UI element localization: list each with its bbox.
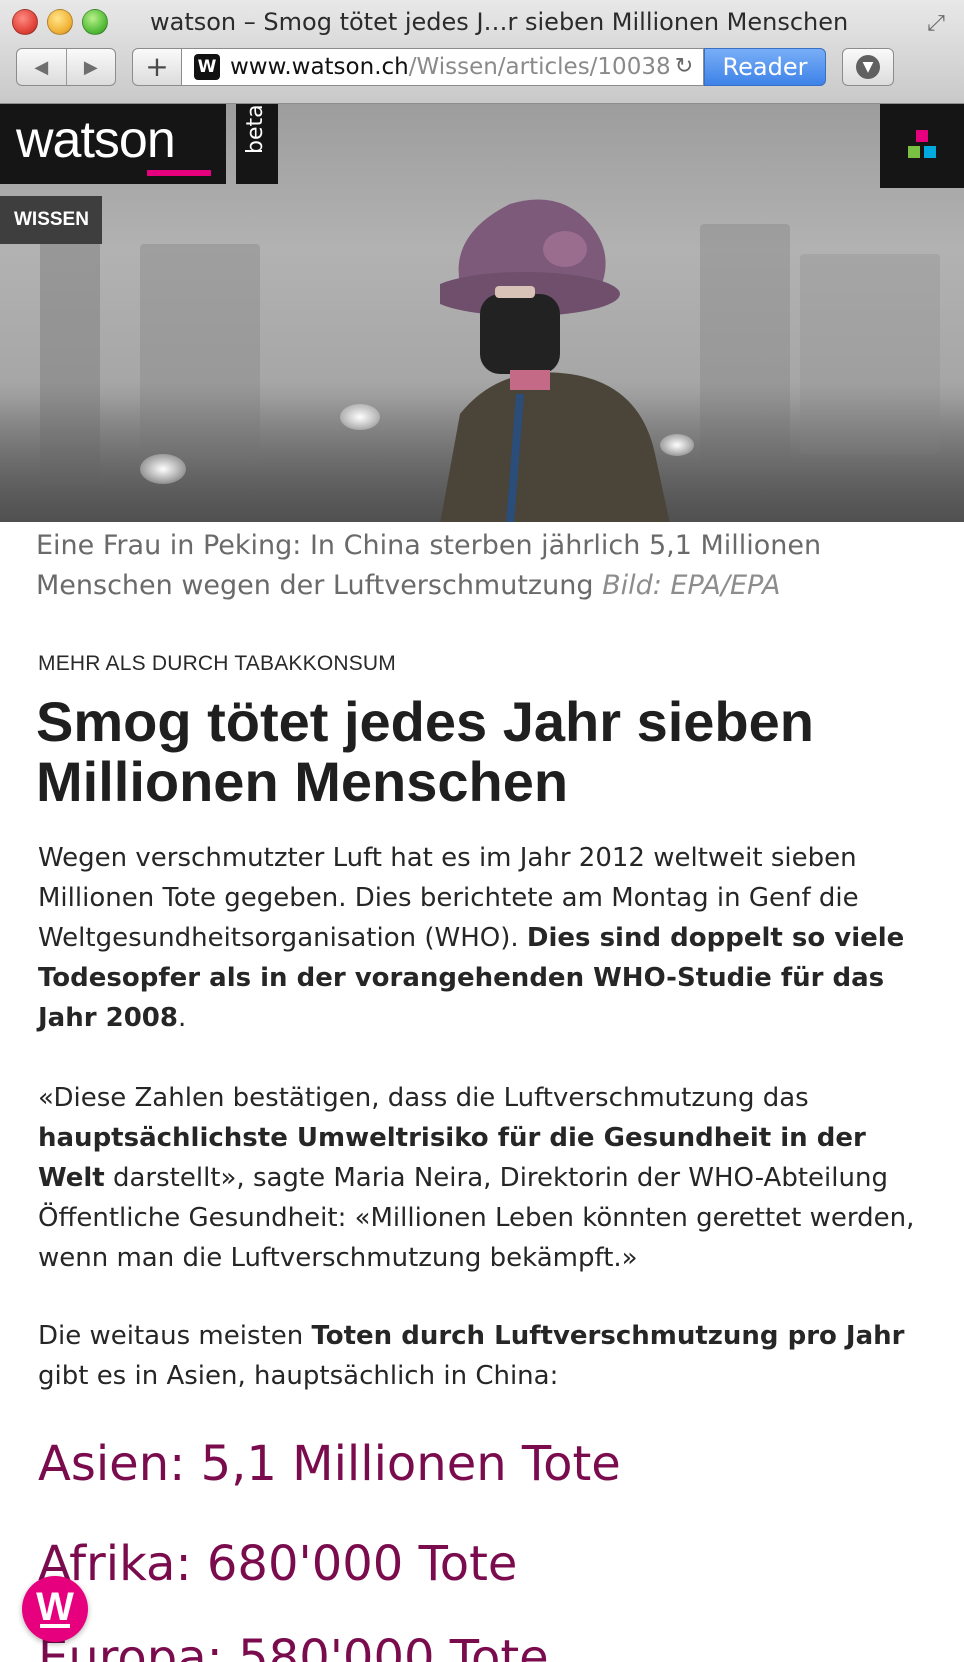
paragraph-bold-text: Toten durch Luftverschmutzung pro Jahr	[311, 1321, 905, 1351]
logo-underline	[147, 170, 211, 176]
downloads-button[interactable]: ▼	[842, 48, 894, 86]
url-path: /Wissen/articles/10038	[408, 54, 671, 80]
stat-asia: Asien: 5,1 Millionen Tote	[38, 1436, 621, 1492]
paragraph-text: .	[177, 1003, 187, 1033]
stat-europe: Europa: 580'000 Tote	[38, 1630, 549, 1662]
stat-africa: Afrika: 680'000 Tote	[38, 1536, 518, 1592]
menu-square-icon	[916, 130, 928, 142]
zoom-window-button[interactable]	[82, 9, 108, 35]
paragraph-text: gibt es in Asien, hauptsächlich in China…	[38, 1361, 559, 1391]
woman-with-mask	[440, 199, 670, 522]
beta-label: beta	[243, 104, 268, 154]
menu-button[interactable]	[880, 104, 964, 188]
paragraph-text: darstellt», sagte Maria Neira, Direktori…	[38, 1163, 915, 1273]
window-controls	[12, 9, 108, 35]
car-headlight	[140, 454, 186, 484]
floating-watson-button[interactable]: W	[22, 1576, 88, 1642]
image-caption: Eine Frau in Peking: In China sterben jä…	[36, 526, 916, 606]
browser-toolbar: watson – Smog tötet jedes J…r sieben Mil…	[0, 0, 964, 104]
window-title: watson – Smog tötet jedes J…r sieben Mil…	[150, 8, 849, 36]
back-icon: ◀	[34, 56, 49, 78]
hero-image: watson beta WISSEN	[0, 104, 964, 522]
paragraph-1: Wegen verschmutzter Luft hat es im Jahr …	[38, 838, 918, 1038]
floating-logo-underline	[40, 1624, 70, 1628]
forward-icon: ▶	[83, 56, 98, 78]
paragraph-3: Die weitaus meisten Toten durch Luftvers…	[38, 1316, 918, 1396]
reader-button[interactable]: Reader	[704, 48, 826, 86]
paragraph-text: «Diese Zahlen bestätigen, dass die Luftv…	[38, 1083, 809, 1113]
section-tag-wissen[interactable]: WISSEN	[0, 196, 102, 244]
article-kicker: MEHR ALS DURCH TABAKKONSUM	[38, 652, 396, 675]
add-tab-icon[interactable]: +	[132, 48, 182, 86]
navigation-buttons: ◀ ▶	[16, 48, 116, 86]
forward-button[interactable]: ▶	[65, 49, 116, 85]
menu-square-icon	[908, 146, 920, 158]
paragraph-2: «Diese Zahlen bestätigen, dass die Luftv…	[38, 1078, 918, 1278]
menu-square-icon	[924, 146, 936, 158]
watson-logo[interactable]: watson	[0, 104, 226, 184]
logo-text: watson	[16, 111, 176, 169]
address-bar[interactable]: W www.watson.ch/Wissen/articles/10038 ↻	[182, 48, 704, 86]
paragraph-text: Die weitaus meisten	[38, 1321, 312, 1351]
url-host: www.watson.ch	[230, 54, 409, 80]
beta-badge: beta	[236, 104, 278, 184]
fullscreen-icon[interactable]: ⤢	[922, 10, 950, 38]
back-button[interactable]: ◀	[17, 49, 66, 85]
download-icon: ▼	[856, 55, 880, 79]
site-favicon: W	[194, 54, 220, 80]
car-headlight	[340, 404, 380, 430]
minimize-window-button[interactable]	[47, 9, 73, 35]
close-window-button[interactable]	[12, 9, 38, 35]
reload-icon[interactable]: ↻	[671, 53, 697, 81]
image-credit: Bild: EPA/EPA	[602, 570, 781, 601]
floating-logo-letter: W	[36, 1585, 74, 1629]
article-headline: Smog tötet jedes Jahr sieben Millionen M…	[36, 690, 814, 813]
